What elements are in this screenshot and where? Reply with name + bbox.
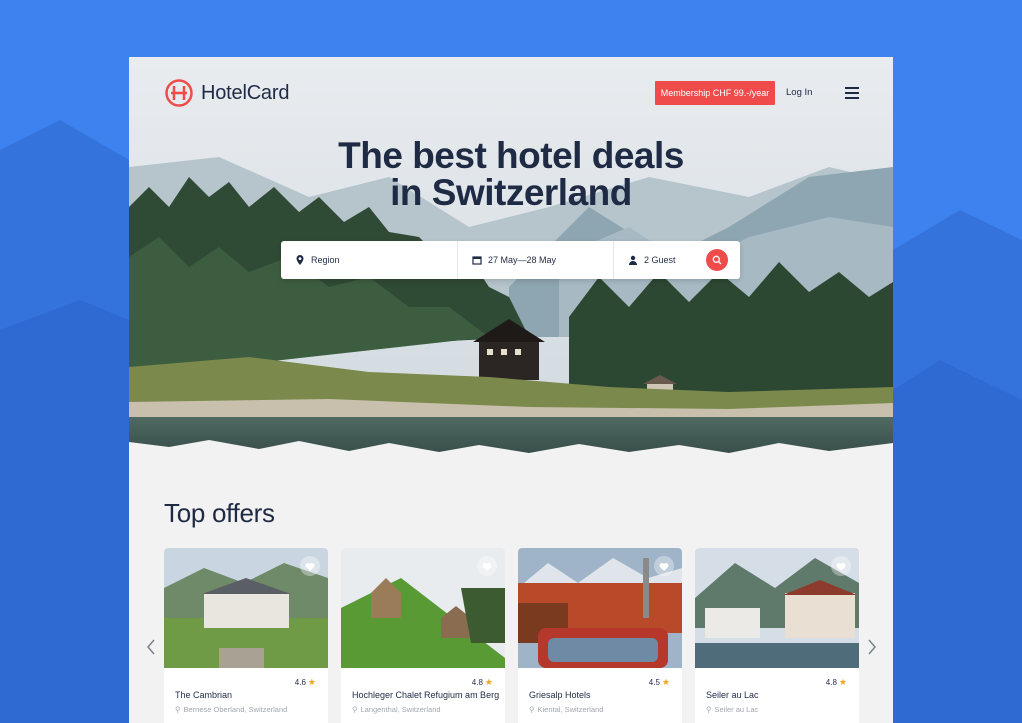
dates-field[interactable]: 27 May—28 May: [458, 241, 614, 279]
favorite-button[interactable]: [654, 556, 674, 576]
region-placeholder: Region: [311, 255, 340, 265]
search-icon: [712, 255, 722, 265]
location-text: Langenthal, Switzerland: [360, 705, 441, 714]
hotel-name: Griesalp Hotels: [529, 690, 591, 700]
login-link[interactable]: Log In: [786, 87, 812, 98]
location-text: Kiental, Switzerland: [537, 705, 604, 714]
location-pin-icon: ⚲: [706, 705, 712, 714]
person-icon: [629, 255, 637, 265]
headline-line-1: The best hotel deals: [338, 135, 684, 176]
rating-value: 4.5: [648, 678, 660, 687]
hero-headline: The best hotel deals in Switzerland: [129, 137, 893, 211]
hotel-location: ⚲ Seiler au Lac: [706, 705, 758, 714]
offer-card[interactable]: 4.5 ★ Griesalp Hotels ⚲ Kiental, Switzerla…: [518, 548, 682, 723]
star-icon: ★: [838, 677, 847, 687]
search-button[interactable]: [706, 249, 728, 271]
region-field[interactable]: Region: [281, 241, 458, 279]
rating-value: 4.6: [294, 678, 306, 687]
hotel-name: Hochleger Chalet Refugium am Berg: [352, 690, 500, 700]
heart-icon: [659, 562, 669, 571]
offer-card[interactable]: 4.8 ★ Hochleger Chalet Refugium am Berg ⚲…: [341, 548, 505, 723]
hotel-location: ⚲ Langenthal, Switzerland: [352, 705, 441, 714]
favorite-button[interactable]: [477, 556, 497, 576]
rating: 4.6 ★: [295, 677, 316, 688]
location-pin-icon: ⚲: [352, 705, 358, 714]
calendar-icon: [472, 256, 482, 265]
hotel-name: The Cambrian: [175, 690, 233, 700]
favorite-button[interactable]: [831, 556, 851, 576]
headline-line-2: in Switzerland: [390, 172, 632, 213]
rating: 4.5 ★: [649, 677, 670, 688]
location-pin-icon: ⚲: [175, 705, 181, 714]
guests-value: 2 Guest: [644, 255, 676, 265]
website-frame: HotelCard Membership CHF 99.-/year Log I…: [129, 57, 893, 723]
location-pin-icon: ⚲: [529, 705, 535, 714]
guests-field[interactable]: 2 Guest: [614, 241, 706, 279]
hero-section: HotelCard Membership CHF 99.-/year Log I…: [129, 57, 893, 469]
heart-icon: [305, 562, 315, 571]
top-offers-title: Top offers: [164, 498, 275, 528]
hotel-name: Seiler au Lac: [706, 690, 759, 700]
chevron-right-icon[interactable]: [867, 639, 877, 655]
rating: 4.8 ★: [472, 677, 493, 688]
hotelcard-logo-icon: [165, 79, 193, 107]
rating: 4.8 ★: [826, 677, 847, 688]
star-icon: ★: [661, 677, 670, 687]
search-bar: Region 27 May—28 May 2 Guest: [281, 241, 740, 279]
membership-button[interactable]: Membership CHF 99.-/year: [655, 81, 775, 105]
location-pin-icon: [296, 255, 304, 265]
hotel-location: ⚲ Kiental, Switzerland: [529, 705, 603, 714]
star-icon: ★: [484, 677, 493, 687]
location-text: Bernese Oberland, Switzerland: [183, 705, 288, 714]
offer-card[interactable]: 4.8 ★ Seiler au Lac ⚲ Seiler au Lac: [695, 548, 859, 723]
favorite-button[interactable]: [300, 556, 320, 576]
logo-text: HotelCard: [201, 81, 290, 104]
dates-value: 27 May—28 May: [488, 255, 557, 265]
logo[interactable]: HotelCard: [165, 79, 289, 107]
location-text: Seiler au Lac: [714, 705, 759, 714]
star-icon: ★: [307, 677, 316, 687]
heart-icon: [836, 562, 846, 571]
site-header: HotelCard Membership CHF 99.-/year Log I…: [129, 57, 893, 129]
rating-value: 4.8: [825, 678, 837, 687]
offer-card[interactable]: 4.6 ★ The Cambrian ⚲ Bernese Oberland, Swi…: [164, 548, 328, 723]
heart-icon: [482, 562, 492, 571]
hamburger-icon[interactable]: [845, 87, 859, 99]
chevron-left-icon[interactable]: [146, 639, 156, 655]
hotel-location: ⚲ Bernese Oberland, Switzerland: [175, 705, 287, 714]
rating-value: 4.8: [471, 678, 483, 687]
